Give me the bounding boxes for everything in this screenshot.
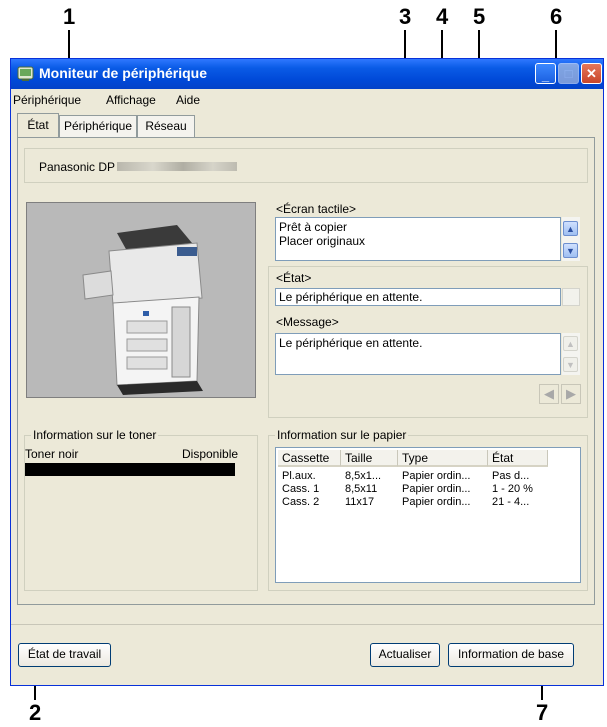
toner-info-legend: Information sur le toner [31,428,159,442]
row-cassette: Cass. 2 [282,496,320,508]
row-type: Papier ordin... [402,470,471,482]
paper-info-legend: Information sur le papier [275,428,409,442]
device-name-box: Panasonic DP [24,148,588,183]
copier-illustration [82,225,203,395]
toner-name: Toner noir [25,447,79,461]
row-etat: Pas d... [492,470,530,482]
status-panel: Panasonic DP <Écran tactile> Prêt à copi… [17,137,595,605]
next-message-button[interactable]: ▶ [561,384,581,404]
row-taille: 8,5x11 [345,483,378,495]
device-monitor-window: Moniteur de périphérique _ □ ✕ Périphéri… [10,58,604,686]
row-cassette: Cass. 1 [282,483,320,495]
tab-etat[interactable]: État [17,113,59,137]
toner-level-bar [25,463,235,476]
touchscreen-box[interactable]: Prêt à copier Placer originaux [275,217,561,261]
refresh-button[interactable]: Actualiser [370,643,440,667]
column-header-type[interactable]: Type [398,450,488,467]
title-bar[interactable]: Moniteur de périphérique _ □ ✕ [11,59,603,89]
table-row[interactable]: Cass. 1 8,5x11 Papier ordin... 1 - 20 % [276,483,576,496]
previous-message-button[interactable]: ◀ [539,384,559,404]
callout-7: 7 [536,700,549,725]
callout-1: 1 [63,4,76,29]
row-type: Papier ordin... [402,483,471,495]
arrow-right-icon: ▶ [566,386,576,401]
column-header-taille[interactable]: Taille [341,450,398,467]
touchscreen-label: <Écran tactile> [276,202,357,216]
message-field: Le périphérique en attente. [275,333,561,375]
state-field: Le périphérique en attente. [275,288,561,306]
maximize-button[interactable]: □ [558,63,579,84]
callout-3: 3 [399,4,412,29]
message-label: <Message> [276,315,339,329]
toner-level-fill [25,463,235,476]
message-scrollbar: ▲ ▼ [562,333,580,375]
toner-state: Disponible [182,447,239,461]
minimize-icon: _ [541,68,550,83]
state-spin [562,288,580,306]
menu-aide[interactable]: Aide [176,93,200,107]
window-title: Moniteur de périphérique [39,65,208,81]
row-etat: 1 - 20 % [492,483,533,495]
touchscreen-line-1: Prêt à copier [279,220,348,234]
message-scroll-up-icon: ▲ [563,336,578,351]
app-icon [17,66,34,81]
message-scroll-down-icon: ▼ [563,357,578,372]
bottom-separator [11,624,603,625]
device-serial-blurred [117,162,237,171]
callout-6: 6 [550,4,563,29]
touchscreen-line-2: Placer originaux [279,234,366,248]
printer-image [26,202,256,398]
menu-bar: Périphérique Affichage Aide [11,90,603,110]
table-row[interactable]: Cass. 2 11x17 Papier ordin... 21 - 4... [276,496,576,509]
base-info-button[interactable]: Information de base [448,643,574,667]
paper-table[interactable]: Cassette Taille Type État Pl.aux. 8,5x1.… [275,447,581,583]
touchscreen-scrollbar[interactable]: ▲ ▼ [562,217,580,261]
row-taille: 8,5x1... [345,470,382,482]
tab-peripherique[interactable]: Périphérique [59,115,137,137]
row-etat: 21 - 4... [492,496,530,508]
minimize-button[interactable]: _ [535,63,556,84]
scroll-down-icon[interactable]: ▼ [563,243,578,258]
callout-2: 2 [29,700,42,725]
menu-peripherique[interactable]: Périphérique [13,93,81,107]
column-header-cassette[interactable]: Cassette [278,450,341,467]
table-row[interactable]: Pl.aux. 8,5x1... Papier ordin... Pas d..… [276,470,576,483]
row-cassette: Pl.aux. [282,470,316,482]
tab-reseau[interactable]: Réseau [137,115,195,137]
column-header-etat[interactable]: État [488,450,548,467]
callout-5: 5 [473,4,486,29]
job-status-button[interactable]: État de travail [18,643,111,667]
close-icon: ✕ [586,66,597,81]
row-taille: 11x17 [345,496,375,508]
device-name: Panasonic DP [39,160,116,174]
state-label: <État> [276,271,312,285]
maximize-icon: □ [564,66,573,81]
scroll-up-icon[interactable]: ▲ [563,221,578,236]
close-button[interactable]: ✕ [581,63,602,84]
callout-4: 4 [436,4,449,29]
arrow-left-icon: ◀ [544,386,554,401]
row-type: Papier ordin... [402,496,471,508]
menu-affichage[interactable]: Affichage [106,93,156,107]
